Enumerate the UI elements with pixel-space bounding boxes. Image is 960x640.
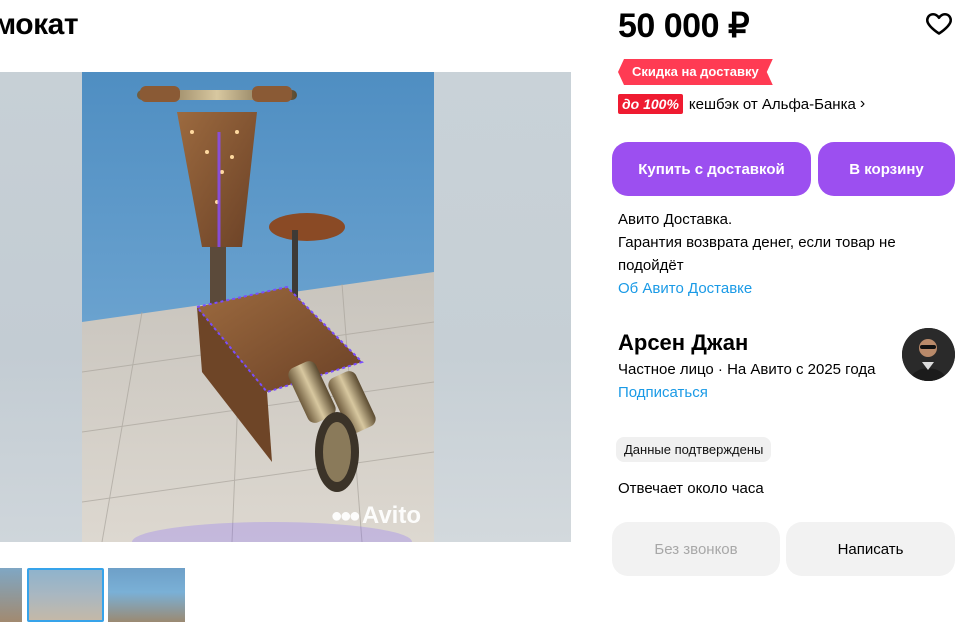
avatar-photo <box>902 328 955 381</box>
seller-name[interactable]: Арсен Джан <box>618 330 748 356</box>
delivery-info: Авито Доставка. Гарантия возврата денег,… <box>618 208 918 300</box>
seller-avatar[interactable] <box>902 328 955 381</box>
buy-with-delivery-button[interactable]: Купить с доставкой <box>612 142 811 196</box>
subscribe-link[interactable]: Подписаться <box>618 381 878 404</box>
gallery-thumbnail-active[interactable] <box>27 568 104 622</box>
gallery-thumbnail[interactable] <box>108 568 185 622</box>
verified-badge: Данные подтверждены <box>616 437 772 462</box>
add-to-cart-button[interactable]: В корзину <box>818 142 955 196</box>
watermark-text: Avito <box>361 502 421 529</box>
heart-outline-icon[interactable] <box>924 9 954 37</box>
listing-title: мокат <box>0 8 79 41</box>
avito-watermark: ●●● Avito <box>331 502 421 530</box>
cashback-badge: до 100% <box>618 94 683 114</box>
delivery-discount-badge: Скидка на доставку <box>618 59 773 85</box>
gallery-blur-left <box>0 72 82 542</box>
gallery-thumbnail[interactable] <box>0 568 22 622</box>
gallery-blur-right <box>434 72 571 542</box>
no-calls-button: Без звонков <box>612 522 780 576</box>
cashback-text: кешбэк от Альфа-Банка <box>688 95 856 113</box>
cashback-link[interactable]: до 100% кешбэк от Альфа-Банка › <box>618 94 865 114</box>
avito-logo-icon: ●●● <box>330 504 361 527</box>
about-delivery-link[interactable]: Об Авито Доставке <box>618 277 918 300</box>
seller-type-and-since: Частное лицо · На Авито с 2025 года <box>618 361 876 378</box>
write-message-button[interactable]: Написать <box>786 522 955 576</box>
scooter-photo-illustration <box>82 72 434 542</box>
chevron-right-icon: › <box>859 95 866 112</box>
main-photo-gallery[interactable]: ●●● Avito <box>0 72 571 542</box>
listing-price: 50 000 ₽ <box>618 7 750 45</box>
seller-info: Частное лицо · На Авито с 2025 года Подп… <box>618 358 878 404</box>
main-photo[interactable] <box>82 72 434 542</box>
response-time: Отвечает около часа <box>618 480 764 497</box>
delivery-line-2: Гарантия возврата денег, если товар не п… <box>618 234 896 274</box>
delivery-line-1: Авито Доставка. <box>618 211 733 228</box>
